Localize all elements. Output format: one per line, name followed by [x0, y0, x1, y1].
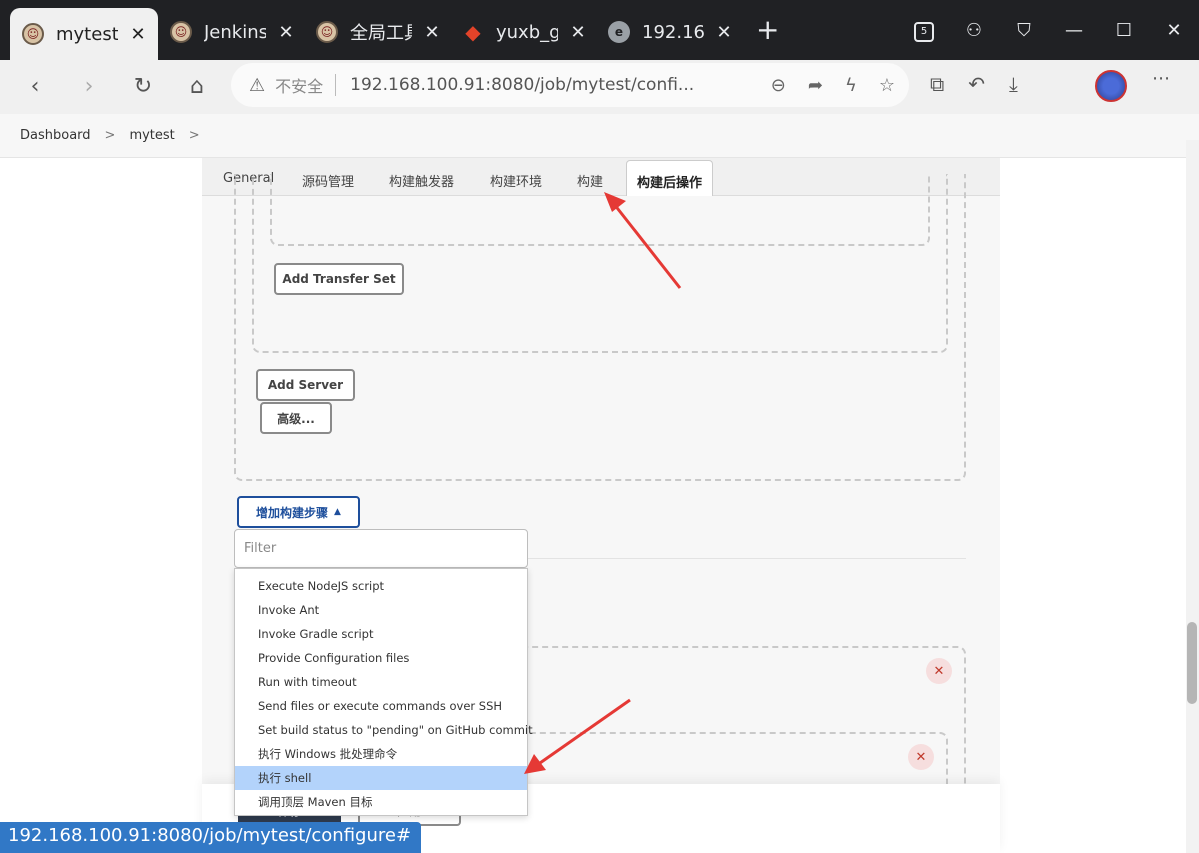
- menu-item-invoke-maven[interactable]: 调用顶层 Maven 目标: [235, 790, 527, 814]
- warning-icon[interactable]: ⚠: [249, 75, 265, 96]
- close-icon[interactable]: ✕: [568, 22, 588, 43]
- browser-tab-jenkins[interactable]: ☺ Jenkins ✕: [158, 8, 304, 56]
- zoom-icon[interactable]: ⊖: [771, 75, 786, 96]
- menu-item-run-with-timeout[interactable]: Run with timeout: [235, 670, 527, 694]
- breadcrumb-dashboard[interactable]: Dashboard: [20, 128, 91, 143]
- menu-item-provide-config-files[interactable]: Provide Configuration files: [235, 646, 527, 670]
- forward-button[interactable]: ›: [74, 72, 104, 102]
- maximize-button[interactable]: ☐: [1099, 20, 1149, 41]
- close-icon[interactable]: ✕: [908, 744, 934, 770]
- gitlab-icon: ◆: [465, 20, 481, 44]
- menu-item-execute-nodejs[interactable]: Execute NodeJS script: [235, 574, 527, 598]
- transfer-set-section: [270, 174, 930, 246]
- extensions-icon[interactable]: ⧉: [930, 72, 944, 96]
- home-button[interactable]: ⌂: [182, 72, 212, 102]
- security-label: 不安全: [275, 77, 324, 96]
- add-build-step-label: 增加构建步骤: [256, 505, 329, 520]
- menu-item-windows-batch[interactable]: 执行 Windows 批处理命令: [235, 742, 527, 766]
- jenkins-icon: ☺: [170, 21, 192, 43]
- build-step-filter-input[interactable]: Filter: [234, 529, 528, 568]
- jenkins-page: Dashboard > mytest > General 源码管理 构建触发器 …: [0, 114, 1199, 853]
- close-icon[interactable]: ✕: [276, 22, 296, 43]
- menu-item-invoke-gradle[interactable]: Invoke Gradle script: [235, 622, 527, 646]
- window-close-button[interactable]: ✕: [1149, 20, 1199, 41]
- jenkins-icon: ☺: [316, 21, 338, 43]
- chevron-right-icon: >: [104, 128, 116, 143]
- breadcrumb-mytest[interactable]: mytest: [129, 128, 174, 143]
- close-icon[interactable]: ✕: [422, 22, 442, 43]
- divider: [335, 74, 337, 96]
- back-button[interactable]: ‹: [20, 72, 50, 102]
- avatar[interactable]: [1095, 70, 1127, 102]
- caret-up-icon: ▲: [334, 507, 341, 517]
- close-icon[interactable]: ✕: [128, 24, 148, 45]
- build-step-menu: Execute NodeJS script Invoke Ant Invoke …: [234, 568, 533, 816]
- extensions-shirt-icon[interactable]: ⛉: [999, 20, 1049, 41]
- close-icon[interactable]: ✕: [926, 658, 952, 684]
- share-icon[interactable]: ➦: [808, 75, 823, 96]
- download-icon[interactable]: ⤓: [1009, 72, 1018, 96]
- star-icon[interactable]: ☆: [879, 75, 895, 96]
- tab-label: yuxb_g: [496, 21, 558, 43]
- lightning-icon[interactable]: ϟ: [845, 75, 857, 96]
- menu-item-invoke-ant[interactable]: Invoke Ant: [235, 598, 527, 622]
- add-transfer-set-button[interactable]: Add Transfer Set: [274, 263, 404, 295]
- performance-icon[interactable]: ⚇: [949, 20, 999, 41]
- edge-icon: e: [608, 21, 630, 43]
- menu-item-send-files-ssh[interactable]: Send files or execute commands over SSH: [235, 694, 527, 718]
- browser-toolbar: ‹ › ↻ ⌂ ⚠ 不安全 192.168.100.91:8080/job/my…: [0, 60, 1199, 114]
- address-bar[interactable]: ⚠ 不安全 192.168.100.91:8080/job/mytest/con…: [231, 63, 909, 107]
- minimize-button[interactable]: —: [1049, 20, 1099, 41]
- status-bar-url: 192.168.100.91:8080/job/mytest/configure…: [0, 822, 422, 853]
- add-build-step-button[interactable]: 增加构建步骤 ▲: [237, 496, 360, 528]
- close-icon[interactable]: ✕: [714, 22, 734, 43]
- browser-tab-strip: ☺ mytest ✕ ☺ Jenkins ✕ ☺ 全局工具 ✕ ◆ yuxb_g…: [0, 0, 1199, 60]
- browser-tab-mytest[interactable]: ☺ mytest ✕: [10, 8, 158, 60]
- window-controls: 5 ⚇ ⛉ — ☐ ✕: [899, 0, 1199, 60]
- tab-label: mytest: [56, 23, 118, 45]
- menu-dots-icon[interactable]: ⋯: [1152, 68, 1170, 89]
- tab-count-icon[interactable]: 5: [899, 18, 949, 42]
- chevron-right-icon[interactable]: >: [189, 128, 200, 143]
- menu-item-github-pending-status[interactable]: Set build status to "pending" on GitHub …: [235, 718, 533, 742]
- browser-tab-gitlab[interactable]: ◆ yuxb_g ✕: [450, 8, 596, 56]
- toolbar-actions: ⧉ ↶ ⤓: [930, 72, 1018, 96]
- tab-label: 192.16: [642, 21, 704, 43]
- new-tab-button[interactable]: +: [756, 16, 779, 44]
- undo-icon[interactable]: ↶: [968, 72, 985, 96]
- url-text[interactable]: 192.168.100.91:8080/job/mytest/confi...: [350, 75, 700, 95]
- add-server-button[interactable]: Add Server: [256, 369, 355, 401]
- reload-button[interactable]: ↻: [128, 72, 158, 102]
- menu-item-execute-shell[interactable]: 执行 shell: [235, 766, 527, 790]
- jenkins-icon: ☺: [22, 23, 44, 45]
- browser-tab-ip[interactable]: e 192.16 ✕: [596, 8, 742, 56]
- scrollbar-thumb[interactable]: [1187, 622, 1197, 704]
- page-scrollbar[interactable]: [1186, 140, 1199, 853]
- advanced-button[interactable]: 高级...: [260, 402, 332, 434]
- address-bar-actions: ⊖ ➦ ϟ ☆: [771, 75, 895, 96]
- filter-placeholder: Filter: [244, 541, 277, 556]
- browser-tab-global-tools[interactable]: ☺ 全局工具 ✕: [304, 8, 450, 56]
- tab-label: 全局工具: [350, 23, 412, 44]
- breadcrumb: Dashboard > mytest >: [0, 114, 1199, 158]
- tab-label: Jenkins: [204, 21, 266, 43]
